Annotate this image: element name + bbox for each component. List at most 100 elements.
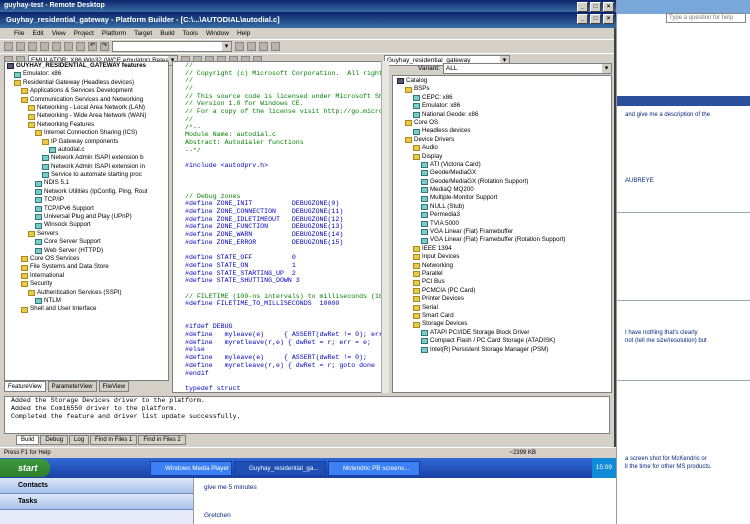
catalog-item[interactable]: Networking [393,262,611,270]
menu-item-view[interactable]: View [52,30,66,37]
tree-item[interactable]: Shell and User Interface [5,305,168,313]
catalog-item[interactable]: IEEE 1394 [393,245,611,253]
catalog-item[interactable]: NULL (Stub) [393,203,611,211]
tree-item[interactable]: autodial.c [5,146,168,154]
catalog-item[interactable]: Smart Card [393,312,611,320]
save-all-icon[interactable] [40,42,49,51]
find-icon[interactable] [235,42,244,51]
taskbar-item-pb-screens[interactable]: Mctendric PB screens... [328,460,420,476]
catalog-item[interactable]: Multiple-Monitor Support [393,194,611,202]
catalog-item[interactable]: Audio [393,144,611,152]
start-button[interactable]: start [0,459,50,477]
menu-item-tools[interactable]: Tools [183,30,198,37]
catalog-item[interactable]: Printer Devices [393,295,611,303]
taskbar-item-platform-builder[interactable]: Guyhay_residential_ga... [234,460,326,476]
tree-item[interactable]: File Systems and Data Store [5,263,168,271]
tree-item[interactable]: TCP/IPv6 Support [5,205,168,213]
output-tab[interactable]: Log [69,435,90,445]
catalog-item[interactable]: Core OS [393,119,611,127]
tree-item[interactable]: Networking - Wide Area Network (WAN) [5,112,168,120]
minimize-button[interactable]: _ [577,2,588,12]
tree-item[interactable]: Residential Gateway (Headless devices) [5,79,168,87]
cut-icon[interactable] [52,42,61,51]
close-button[interactable]: × [603,14,614,24]
menu-item-build[interactable]: Build [160,30,174,37]
catalog-item[interactable]: VGA Linear (Flat) Framebuffer (Rotation … [393,236,611,244]
minimize-button[interactable]: _ [577,14,588,24]
catalog-item[interactable]: Intel(R) Persistent Storage Manager (PSM… [393,346,611,354]
menu-item-edit[interactable]: Edit [32,30,43,37]
tab-fileview[interactable]: FileView [98,381,130,392]
help-search-input[interactable]: Type a question for help [666,13,746,23]
paste-icon[interactable] [76,42,85,51]
catalog-item[interactable]: Display [393,153,611,161]
tree-item[interactable]: Core OS Services [5,255,168,263]
feature-view-tree[interactable]: GUYHAY_RESIDENTIAL_GATEWAY features Emul… [4,61,169,381]
tree-item[interactable]: Applications & Services Development [5,87,168,95]
tree-item[interactable]: Servers [5,230,168,238]
catalog-item[interactable]: Emulator: x86 [393,102,611,110]
output-tab[interactable]: Debug [40,435,69,445]
catalog-item[interactable]: CEPC: x86 [393,94,611,102]
tab-parameterview[interactable]: ParameterView [47,381,97,392]
save-icon[interactable] [28,42,37,51]
tree-item[interactable]: Network Admin ISAPI extension in [5,163,168,171]
menu-item-help[interactable]: Help [237,30,250,37]
catalog-item[interactable]: National Geode: x86 [393,111,611,119]
build-icon[interactable] [247,42,256,51]
breakpoint-icon[interactable] [271,42,280,51]
catalog-item[interactable]: ATAPI PCI/IDE Storage Block Driver [393,329,611,337]
catalog-tree[interactable]: Catalog BSPs CEPC: x86 Emulator: x86 Nationa… [392,75,612,393]
tree-item[interactable]: Web Server (HTTPD) [5,247,168,255]
tree-item[interactable]: Universal Plug and Play (UPnP) [5,213,168,221]
redo-icon[interactable]: ↷ [100,42,109,51]
catalog-item[interactable]: PCMCIA (PC Card) [393,287,611,295]
menu-item-project[interactable]: Project [74,30,94,37]
menu-item-target[interactable]: Target [134,30,152,37]
contacts-nav-button[interactable]: Contacts [0,478,193,494]
code-editor[interactable]: //// Copyright (c) Microsoft Corporation… [172,61,389,393]
new-file-icon[interactable] [4,42,13,51]
tree-item[interactable]: Internet Connection Sharing (ICS) [5,129,168,137]
close-button[interactable]: × [603,2,614,12]
output-tab[interactable]: Find in Files 2 [138,435,186,445]
tree-item[interactable]: International [5,272,168,280]
menu-item-window[interactable]: Window [206,30,229,37]
go-icon[interactable] [259,42,268,51]
tree-item[interactable]: NDIS 5.1 [5,179,168,187]
tree-item[interactable]: Service to automate starting proc [5,171,168,179]
open-folder-icon[interactable] [16,42,25,51]
catalog-item[interactable]: Compact Flash / PC Card Storage (ATADISK… [393,337,611,345]
tree-item[interactable]: Communication Services and Networking [5,96,168,104]
output-tab[interactable]: Find in Files 1 [90,435,138,445]
tree-item[interactable]: Core Server Support [5,238,168,246]
tree-item[interactable]: TCP/IP [5,196,168,204]
catalog-item[interactable]: BSPs [393,85,611,93]
menu-item-platform[interactable]: Platform [102,30,126,37]
catalog-item[interactable]: Storage Devices [393,320,611,328]
tree-root[interactable]: GUYHAY_RESIDENTIAL_GATEWAY features [5,62,168,70]
catalog-item[interactable]: VGA Linear (Flat) Framebuffer [393,228,611,236]
tree-item[interactable]: Network Admin ISAPI extension b [5,154,168,162]
catalog-item[interactable]: MediaQ MQ200 [393,186,611,194]
catalog-item[interactable]: Permedia3 [393,211,611,219]
variant-combo[interactable]: ALL [442,62,612,74]
find-combo[interactable] [112,41,232,52]
tree-item[interactable]: Emulator: x86 [5,70,168,78]
tree-item[interactable]: IP Gateway components [5,138,168,146]
catalog-item[interactable]: Catalog [393,77,611,85]
output-tab[interactable]: Build [16,435,40,445]
editor-vertical-scrollbar[interactable] [381,61,389,393]
tree-item[interactable]: Networking - Local Area Network (LAN) [5,104,168,112]
maximize-button[interactable]: □ [590,14,601,24]
catalog-item[interactable]: Input Devices [393,253,611,261]
catalog-item[interactable]: Headless devices [393,127,611,135]
output-window[interactable]: Added the Storage Devices driver to the … [4,396,610,434]
tab-featureview[interactable]: FeatureView [4,381,46,392]
catalog-item[interactable]: ATI (Victoria Card) [393,161,611,169]
catalog-item[interactable]: Geode/MediaGX [393,169,611,177]
copy-icon[interactable] [64,42,73,51]
undo-icon[interactable]: ↶ [88,42,97,51]
menu-item-file[interactable]: File [14,30,24,37]
tree-item[interactable]: Security [5,280,168,288]
